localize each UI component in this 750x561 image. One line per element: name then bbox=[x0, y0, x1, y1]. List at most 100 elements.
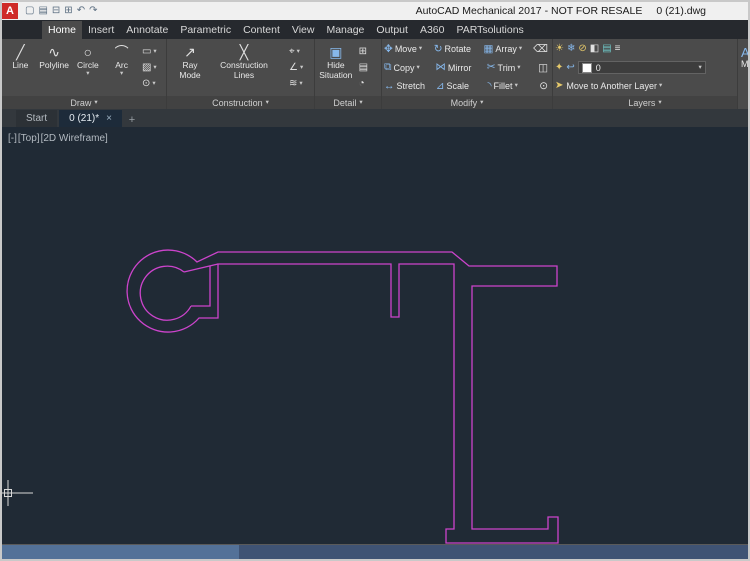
new-drawing-tab-button[interactable]: + bbox=[124, 112, 140, 127]
layer-list-icon[interactable]: ≡ bbox=[615, 43, 621, 55]
file-tab-start[interactable]: Start bbox=[16, 110, 57, 127]
ribbon-tab-home[interactable]: Home bbox=[42, 21, 82, 39]
arc-label: Arc bbox=[115, 61, 128, 70]
centerline-button[interactable]: ⌖ ▾ bbox=[287, 45, 311, 58]
new-icon[interactable]: ▢ bbox=[25, 3, 34, 19]
move-button[interactable]: ✥ Move ▾ bbox=[384, 44, 431, 55]
array-button[interactable]: ▦ Array ▾ bbox=[483, 44, 530, 55]
close-tab-icon[interactable]: × bbox=[106, 113, 112, 124]
draw-mini-column: ▭ ▾ ▨ ▾ ⊙ ▾ bbox=[140, 41, 163, 94]
viewport-visual-style-control[interactable]: [2D Wireframe] bbox=[41, 133, 108, 144]
file-tab-drawing[interactable]: 0 (21)* × bbox=[59, 110, 122, 127]
chevron-down-icon: ▾ bbox=[153, 65, 156, 71]
chevron-down-icon: ▾ bbox=[153, 49, 156, 55]
ribbon: ╱ Line ∿ Polyline ○ Circle ▾ ⌒ Arc ▾ bbox=[2, 39, 748, 109]
viewport-menu-control[interactable]: [-] bbox=[8, 133, 17, 144]
ray-mode-button[interactable]: ↗ Ray Mode bbox=[170, 41, 210, 94]
angle-line-button[interactable]: ∠ ▾ bbox=[287, 61, 311, 74]
hatch-button[interactable]: ▨ ▾ bbox=[140, 61, 163, 74]
chevron-down-icon: ▾ bbox=[519, 46, 522, 52]
erase-icon[interactable]: ⌫ bbox=[533, 43, 550, 55]
multiline-text-button-clipped[interactable]: A Mut bbox=[738, 39, 748, 109]
polyline-button[interactable]: ∿ Polyline bbox=[39, 41, 70, 94]
region-button[interactable]: ⊙ ▾ bbox=[140, 77, 163, 90]
scale-button[interactable]: ⊿ Scale bbox=[436, 81, 485, 92]
window-title: AutoCAD Mechanical 2017 - NOT FOR RESALE… bbox=[416, 2, 706, 20]
ribbon-tab-parametric[interactable]: Parametric bbox=[174, 21, 237, 39]
panel-label-layers[interactable]: Layers ▾ bbox=[553, 96, 737, 109]
make-current-layer-icon[interactable]: ✦ bbox=[555, 62, 563, 74]
offset-line-button[interactable]: ≋ ▾ bbox=[287, 77, 311, 90]
redo-icon[interactable]: ↷ bbox=[89, 3, 97, 19]
command-line-segment[interactable] bbox=[2, 545, 239, 560]
plot-icon[interactable]: ⊞ bbox=[64, 3, 72, 19]
multiline-text-label: Mut bbox=[741, 60, 748, 69]
arc-button[interactable]: ⌒ Arc ▾ bbox=[106, 41, 137, 94]
panel-label-detail[interactable]: Detail ▾ bbox=[315, 96, 381, 109]
ribbon-tab-view[interactable]: View bbox=[286, 21, 321, 39]
polyline-label: Polyline bbox=[39, 61, 69, 70]
layer-isolate-icon[interactable]: ◧ bbox=[590, 43, 599, 55]
chevron-down-icon: ▾ bbox=[480, 100, 483, 106]
scale-icon: ⊿ bbox=[436, 81, 445, 92]
copy-label: Copy bbox=[394, 63, 415, 73]
viewport-view-control[interactable]: [Top] bbox=[18, 133, 40, 144]
profile-inner-arc-path bbox=[140, 266, 191, 320]
layer-previous-icon[interactable]: ↩ bbox=[566, 62, 574, 74]
quick-access-toolbar: ▢ ▤ ⊟ ⊞ ↶ ↷ bbox=[25, 3, 97, 19]
layer-freeze-icon[interactable]: ❄ bbox=[567, 43, 575, 55]
copy-button[interactable]: ⧉ Copy ▾ bbox=[384, 62, 432, 73]
panel-label-construction[interactable]: Construction ▾ bbox=[167, 96, 314, 109]
new-detail-icon: ⊞ bbox=[359, 46, 367, 57]
offset-line-icon: ≋ bbox=[289, 78, 297, 89]
layer-on-icon[interactable]: ☀ bbox=[555, 43, 564, 55]
rotate-button[interactable]: ↻ Rotate bbox=[434, 44, 481, 55]
title-bar: A ▢ ▤ ⊟ ⊞ ↶ ↷ AutoCAD Mechanical 2017 - … bbox=[2, 2, 748, 20]
line-button[interactable]: ╱ Line bbox=[5, 41, 36, 94]
detail-panel-title: Detail bbox=[333, 98, 356, 108]
detail-scale-button[interactable]: ◔ bbox=[357, 77, 378, 90]
fillet-button[interactable]: ◝ Fillet ▾ bbox=[487, 81, 536, 92]
ribbon-tab-content[interactable]: Content bbox=[237, 21, 286, 39]
ribbon-tab-partsolutions[interactable]: PARTsolutions bbox=[450, 21, 529, 39]
save-icon[interactable]: ⊟ bbox=[52, 3, 60, 19]
chevron-down-icon: ▾ bbox=[515, 83, 518, 89]
move-to-another-layer-button[interactable]: Move to Another Layer ▾ bbox=[566, 81, 662, 91]
ribbon-tab-insert[interactable]: Insert bbox=[82, 21, 120, 39]
layer-off-icon[interactable]: ⊘ bbox=[578, 43, 586, 55]
construction-lines-label-1: Construction bbox=[220, 61, 268, 70]
new-detail-button[interactable]: ⊞ bbox=[357, 45, 378, 58]
layer-select[interactable]: 0 ▾ bbox=[578, 61, 706, 74]
ribbon-tab-output[interactable]: Output bbox=[370, 21, 414, 39]
undo-icon[interactable]: ↶ bbox=[77, 3, 85, 19]
panel-label-draw[interactable]: Draw ▾ bbox=[2, 96, 166, 109]
explode-icon[interactable]: ◫ bbox=[538, 62, 550, 74]
panel-label-modify[interactable]: Modify ▾ bbox=[382, 96, 552, 109]
construction-lines-button[interactable]: ╳ Construction Lines bbox=[213, 41, 275, 94]
stretch-button[interactable]: ↔ Stretch bbox=[384, 81, 433, 92]
chevron-down-icon: ▾ bbox=[517, 65, 520, 71]
autocad-logo-icon[interactable]: A bbox=[2, 3, 18, 19]
rectangle-button[interactable]: ▭ ▾ bbox=[140, 45, 163, 58]
open-icon[interactable]: ▤ bbox=[38, 3, 47, 19]
trim-icon: ✂ bbox=[487, 62, 496, 73]
section-view-button[interactable]: ▤ bbox=[357, 61, 378, 74]
chevron-down-icon: ▾ bbox=[359, 100, 362, 106]
circle-button[interactable]: ○ Circle ▾ bbox=[72, 41, 103, 94]
offset-icon[interactable]: ⊙ bbox=[539, 80, 550, 92]
hide-situation-button[interactable]: ▣ Hide Situation bbox=[318, 41, 354, 94]
app-window: A ▢ ▤ ⊟ ⊞ ↶ ↷ AutoCAD Mechanical 2017 - … bbox=[0, 0, 750, 561]
modify-panel-title: Modify bbox=[451, 98, 478, 108]
command-line-bar[interactable] bbox=[2, 544, 748, 560]
fillet-label: Fillet bbox=[494, 81, 513, 91]
ribbon-tab-manage[interactable]: Manage bbox=[320, 21, 370, 39]
stretch-label: Stretch bbox=[397, 81, 426, 91]
ribbon-tab-annotate[interactable]: Annotate bbox=[120, 21, 174, 39]
mirror-button[interactable]: ⋈ Mirror bbox=[435, 62, 483, 73]
layer-properties-icon[interactable]: ▤ bbox=[602, 43, 611, 55]
circle-label: Circle bbox=[77, 61, 99, 70]
detail-mini-column: ⊞ ▤ ◔ bbox=[357, 41, 378, 94]
trim-button[interactable]: ✂ Trim ▾ bbox=[487, 62, 535, 73]
ribbon-tab-a360[interactable]: A360 bbox=[414, 21, 451, 39]
drawing-canvas[interactable]: [-] [Top] [2D Wireframe] bbox=[2, 127, 748, 544]
